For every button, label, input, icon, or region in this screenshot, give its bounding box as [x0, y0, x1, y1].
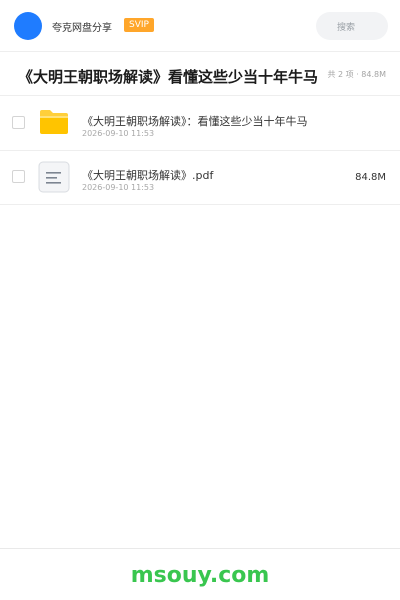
file-name[interactable]: 《大明王朝职场解读》：看懂这些少当十年牛马: [82, 113, 308, 129]
file-date: 2026-09-10 11:53: [82, 129, 155, 138]
search-input[interactable]: 搜索: [316, 12, 388, 40]
list-item[interactable]: 《大明王朝职场解读》.pdf 2026-09-10 11:53 84.8M: [0, 151, 400, 205]
avatar[interactable]: [14, 12, 42, 40]
file-date: 2026-09-10 11:53: [82, 183, 155, 192]
file-size: 84.8M: [355, 172, 386, 183]
folder-icon: [40, 110, 68, 134]
search-placeholder: 搜索: [337, 23, 356, 33]
footer: msouy.com: [0, 548, 400, 600]
app-name: 夸克网盘分享: [52, 23, 112, 34]
top-bar: 夸克网盘分享 SVIP 搜索: [0, 0, 400, 52]
watermark: msouy.com: [130, 563, 270, 588]
folder-header: 《大明王朝职场解读》看懂这些少当十年牛马 共 2 项 · 84.8M: [0, 52, 400, 96]
list-item[interactable]: 《大明王朝职场解读》：看懂这些少当十年牛马 2026-09-10 11:53: [0, 97, 400, 151]
file-list: 《大明王朝职场解读》：看懂这些少当十年牛马 2026-09-10 11:53 《…: [0, 97, 400, 205]
svip-badge: SVIP: [124, 18, 154, 32]
page-title: 《大明王朝职场解读》看懂这些少当十年牛马: [18, 68, 319, 86]
item-summary: 共 2 项 · 84.8M: [327, 70, 386, 79]
select-checkbox[interactable]: [12, 116, 25, 129]
select-checkbox[interactable]: [12, 170, 25, 183]
document-icon: [38, 161, 70, 193]
file-name[interactable]: 《大明王朝职场解读》.pdf: [82, 167, 213, 183]
